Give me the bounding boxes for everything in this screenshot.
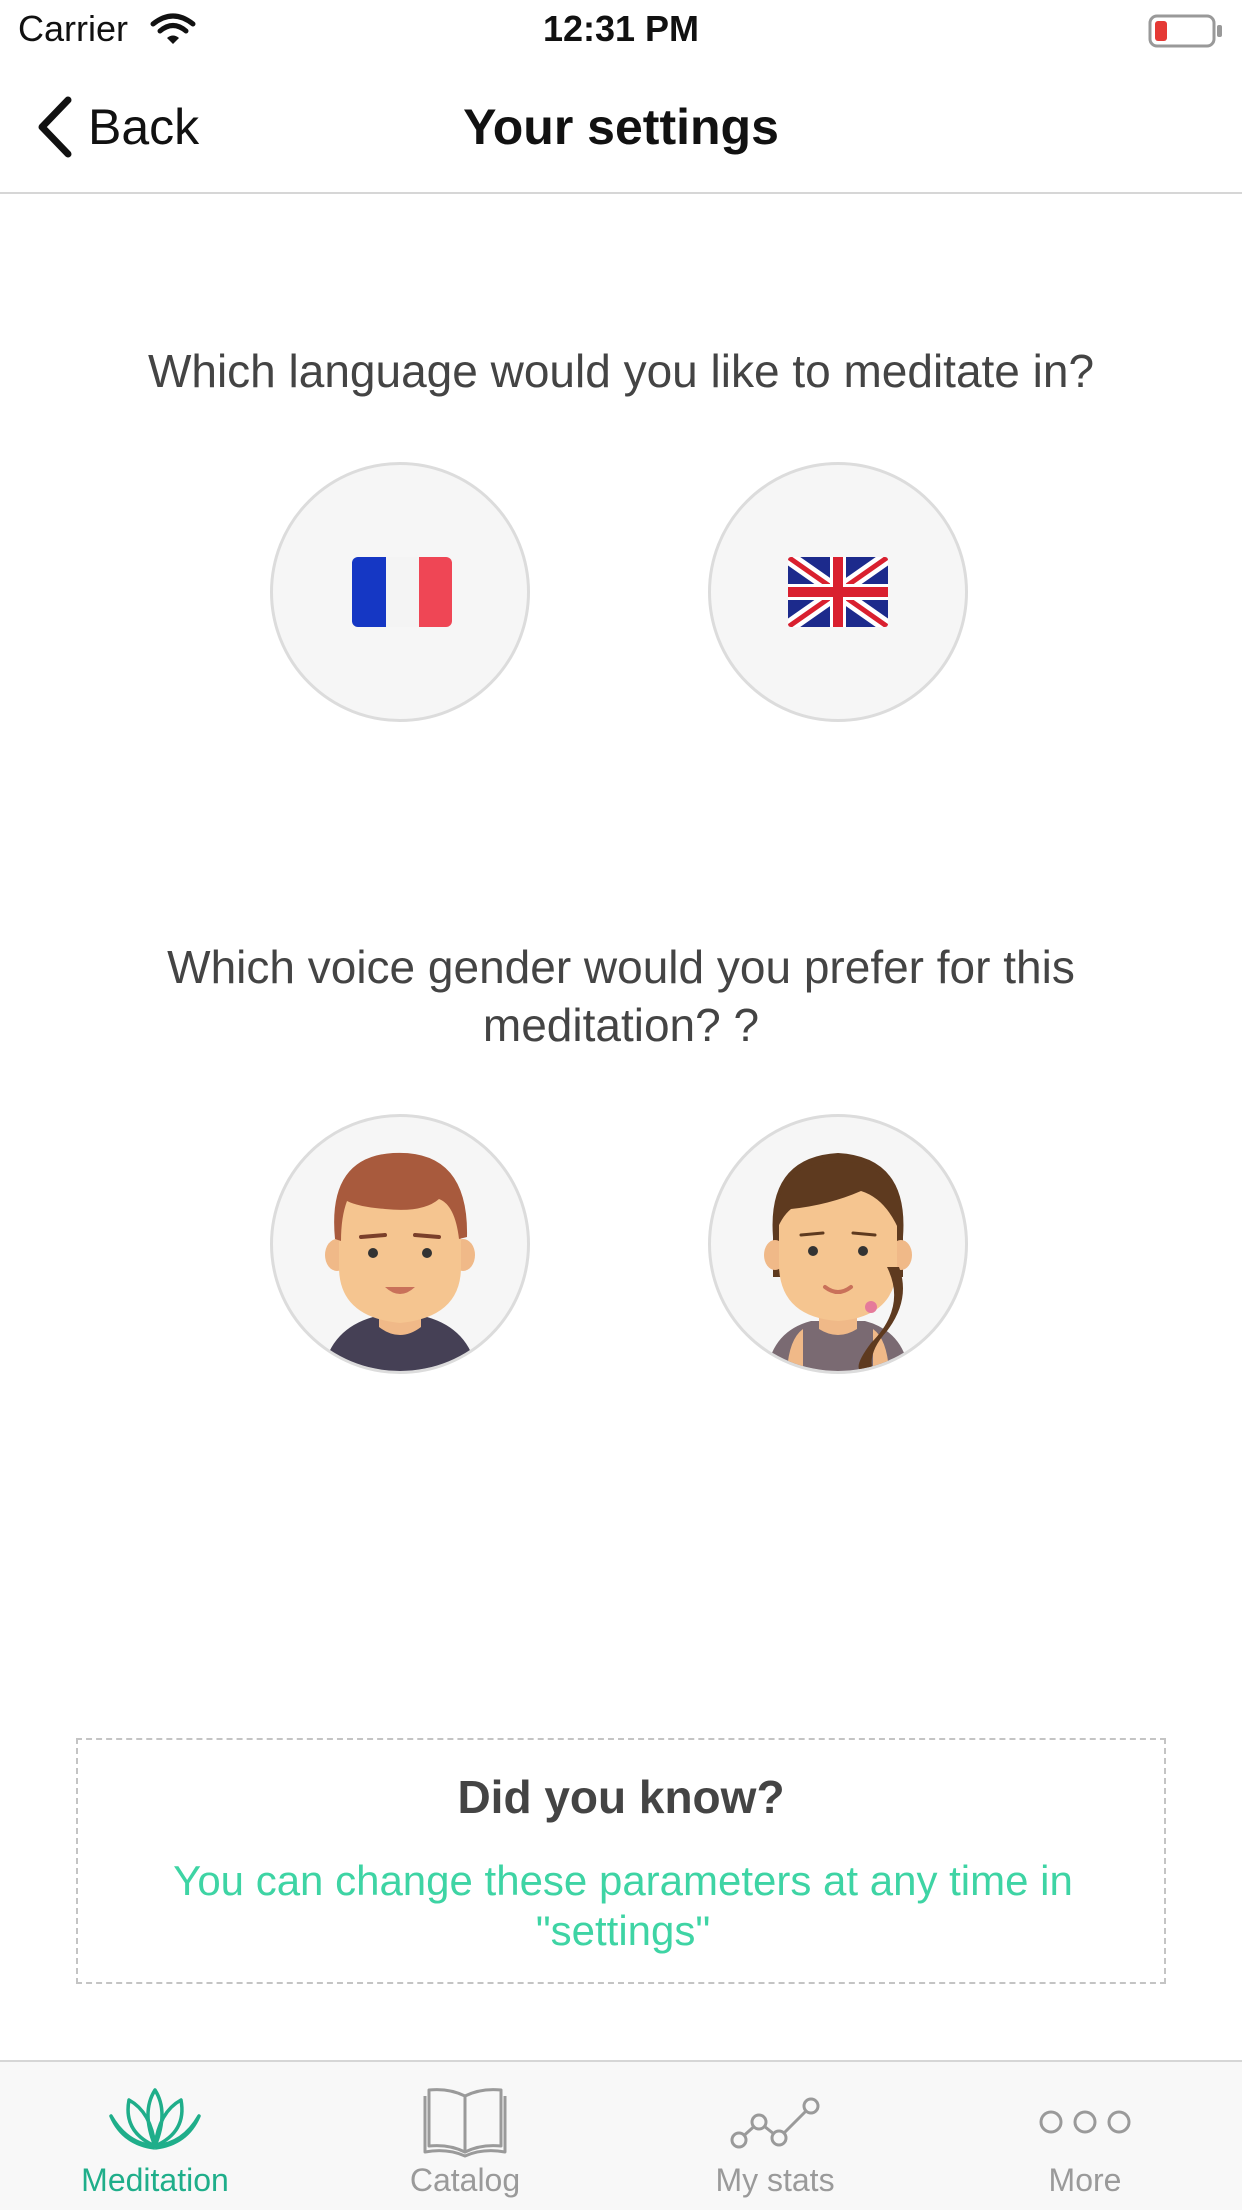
navigation-bar: Back Your settings bbox=[0, 62, 1242, 194]
tab-bar: Meditation Catalog My stats More bbox=[0, 2060, 1242, 2210]
tab-more[interactable]: More bbox=[930, 2062, 1240, 2210]
battery-icon bbox=[1148, 14, 1222, 48]
voice-option-female[interactable] bbox=[708, 1114, 968, 1374]
stats-line-icon bbox=[730, 2097, 820, 2149]
more-dots-icon bbox=[1039, 2110, 1131, 2134]
tab-more-label: More bbox=[1048, 2162, 1122, 2198]
tab-my-stats-label: My stats bbox=[715, 2162, 835, 2198]
language-option-french[interactable] bbox=[270, 462, 530, 722]
did-you-know-title: Did you know? bbox=[457, 1771, 785, 1823]
page-title: Your settings bbox=[463, 99, 779, 155]
voice-question: Which voice gender would you prefer for … bbox=[167, 941, 1075, 1051]
did-you-know-text: You can change these parameters at any t… bbox=[173, 1857, 1073, 1954]
uk-flag-icon bbox=[788, 557, 888, 627]
lotus-icon bbox=[109, 2088, 201, 2150]
status-time: 12:31 PM bbox=[542, 8, 700, 49]
language-question: Which language would you like to meditat… bbox=[147, 345, 1095, 397]
male-avatar-icon bbox=[323, 1152, 477, 1371]
did-you-know-box: Did you know? You can change these param… bbox=[76, 1738, 1166, 1984]
tab-catalog-label: Catalog bbox=[409, 2162, 521, 2198]
tab-meditation-label: Meditation bbox=[81, 2162, 229, 2198]
language-option-english[interactable] bbox=[708, 462, 968, 722]
status-bar: Carrier 12:31 PM bbox=[0, 0, 1242, 62]
tab-catalog[interactable]: Catalog bbox=[310, 2062, 620, 2210]
tab-meditation[interactable]: Meditation bbox=[0, 2062, 310, 2210]
voice-option-male[interactable] bbox=[270, 1114, 530, 1374]
book-icon bbox=[423, 2088, 507, 2158]
french-flag-icon bbox=[352, 557, 452, 627]
tab-my-stats[interactable]: My stats bbox=[620, 2062, 930, 2210]
female-avatar-icon bbox=[764, 1153, 912, 1371]
